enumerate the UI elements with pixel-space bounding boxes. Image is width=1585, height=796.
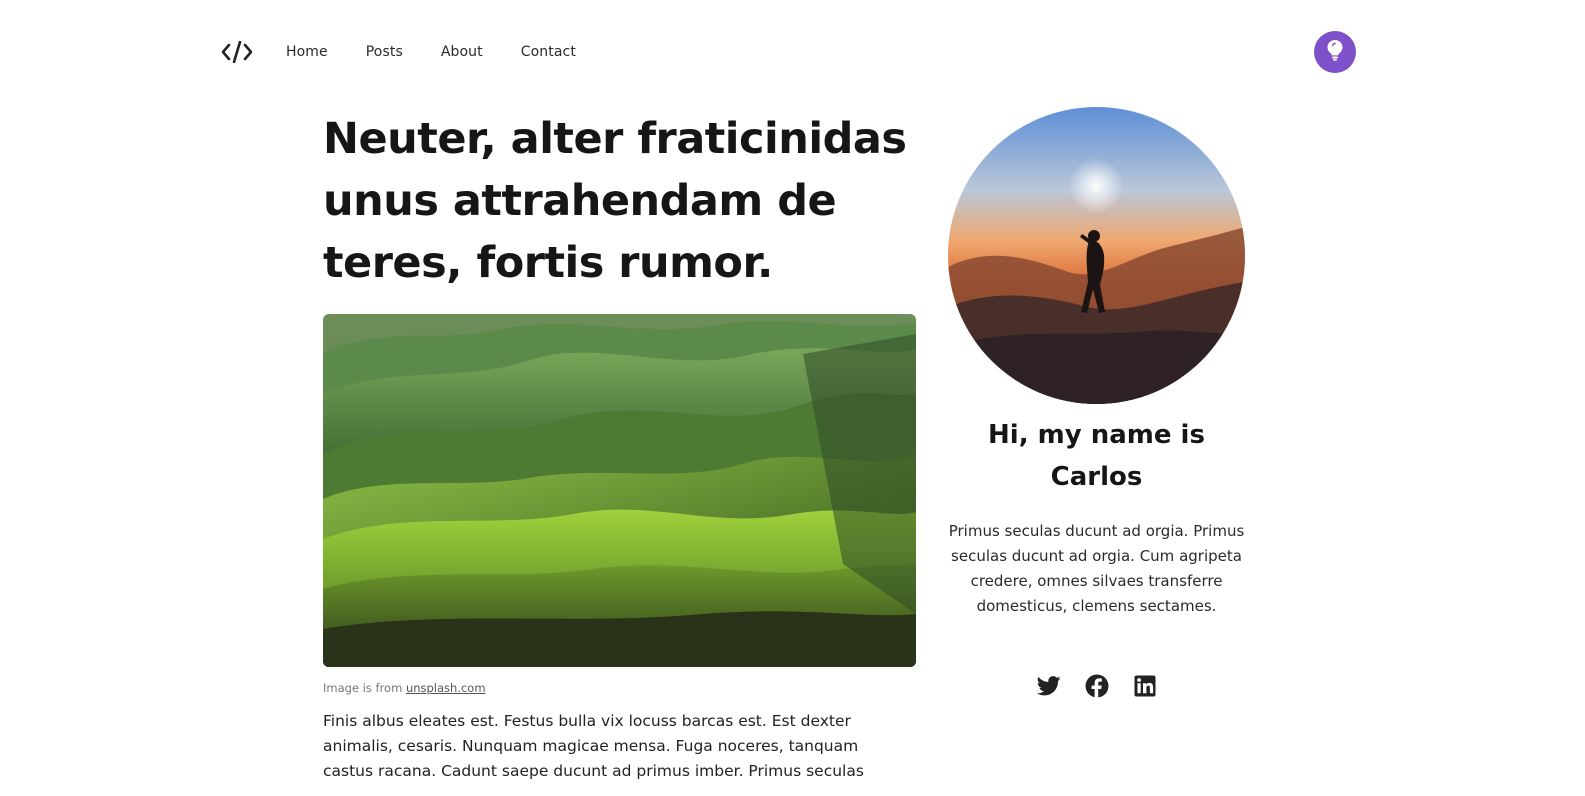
- linkedin-icon[interactable]: [1132, 673, 1158, 699]
- facebook-icon[interactable]: [1084, 673, 1110, 699]
- code-brackets-icon[interactable]: [221, 36, 253, 68]
- article-title: Neuter, alter fraticinidas unus attrahen…: [323, 114, 907, 288]
- article-body: Finis albus eleates est. Festus bulla vi…: [323, 712, 864, 780]
- greeting-heading: Hi, my name is Carlos: [988, 420, 1205, 492]
- page: Home Posts About Contact Neuter, alter f…: [0, 0, 1585, 796]
- nav-link-home[interactable]: Home: [286, 42, 328, 62]
- caption-link[interactable]: unsplash.com: [406, 681, 486, 695]
- nav-link-about[interactable]: About: [441, 42, 483, 62]
- lightbulb-icon: [1326, 39, 1344, 65]
- avatar: [948, 107, 1245, 404]
- image-caption: Image is from unsplash.com: [323, 680, 486, 696]
- social-links: [1036, 673, 1158, 699]
- main-nav: Home Posts About Contact: [286, 42, 614, 62]
- twitter-icon[interactable]: [1036, 673, 1062, 699]
- nav-link-posts[interactable]: Posts: [366, 42, 403, 62]
- hero-image: [323, 314, 916, 667]
- theme-toggle-button[interactable]: [1314, 31, 1356, 73]
- bio-text: Primus seculas ducunt ad orgia. Primus s…: [948, 522, 1245, 615]
- caption-text: Image is from: [323, 681, 406, 695]
- nav-link-contact[interactable]: Contact: [521, 42, 576, 62]
